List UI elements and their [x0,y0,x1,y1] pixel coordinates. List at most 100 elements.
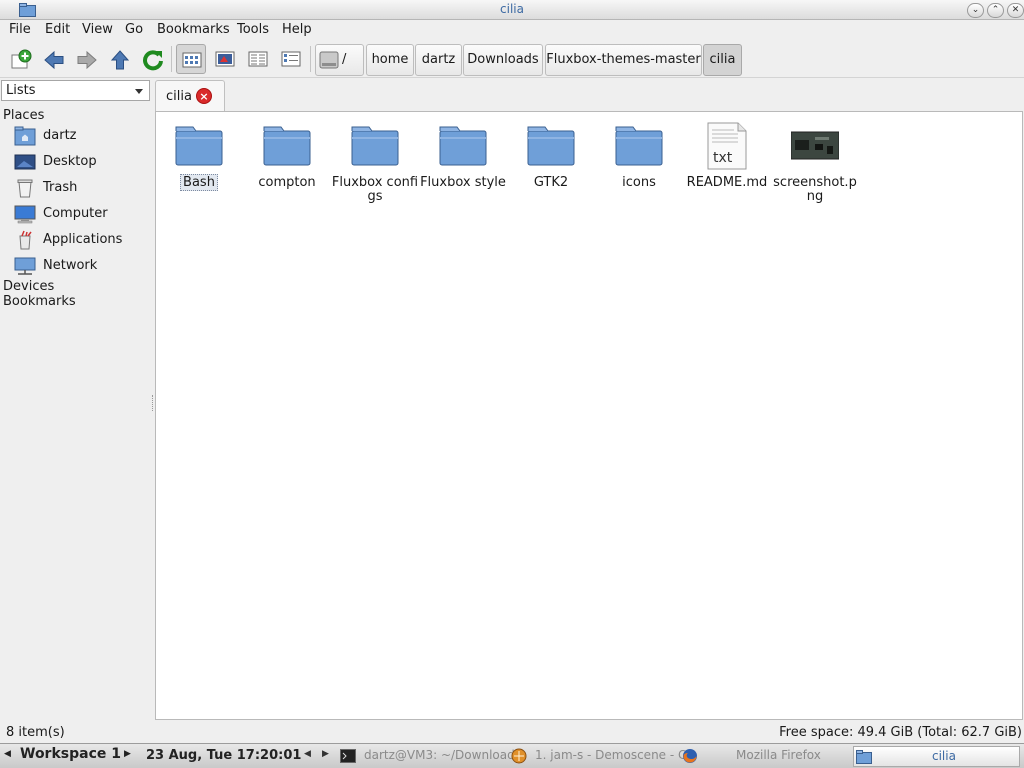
side-item-label: Computer [43,206,108,221]
file-manager-icon [856,750,872,764]
path-root-label: / [342,52,347,67]
thumbnail-view-button[interactable] [210,44,240,74]
compact-view-icon [248,51,268,67]
places-heading[interactable]: Places [3,108,44,123]
forward-icon [77,50,97,70]
file-item-screenshot[interactable]: screenshot.png [771,122,859,204]
menu-edit[interactable]: Edit [45,22,70,37]
thumbnail-view-icon [215,51,235,67]
menu-bookmarks[interactable]: Bookmarks [157,22,230,37]
path-crumb-dartz[interactable]: dartz [415,44,462,76]
close-tab-icon[interactable]: × [196,88,212,104]
image-thumbnail-icon [790,131,840,160]
task-file-manager[interactable]: cilia [853,746,1020,767]
file-name: README.md [686,175,768,190]
up-button[interactable] [104,44,134,74]
side-item-label: Desktop [43,154,97,169]
tab-cilia[interactable]: cilia × [155,80,225,111]
network-icon [14,257,36,275]
file-item-compton[interactable]: compton [243,122,331,190]
next-task-icon[interactable]: ▶ [322,749,329,759]
back-button[interactable] [38,44,68,74]
folder-icon [527,126,575,166]
title-bar: cilia ⌄ ⌃ ✕ [0,0,1024,20]
side-item-label: Trash [43,180,78,195]
file-name: icons [622,175,656,190]
file-item-icons[interactable]: icons [595,122,683,190]
task-firefox[interactable]: Mozilla Firefox [682,746,848,767]
menu-bar: File Edit View Go Bookmarks Tools Help [0,20,1024,40]
prev-task-icon[interactable]: ◀ [304,749,311,759]
menu-go[interactable]: Go [125,22,143,37]
path-crumb-home[interactable]: home [366,44,414,76]
file-name: screenshot.png [773,175,857,204]
file-type-badge: txt [713,150,733,166]
icon-view-icon [182,52,202,68]
file-name: GTK2 [533,175,569,190]
menu-tools[interactable]: Tools [237,22,269,37]
file-view[interactable]: Bash compton Fluxbox configs Fluxbox sty… [155,111,1023,720]
maximize-button[interactable]: ⌃ [987,3,1004,18]
side-item-label: Network [43,258,98,273]
side-item-label: Applications [43,232,123,247]
prev-workspace-icon[interactable]: ◀ [4,749,11,759]
forward-button[interactable] [71,44,101,74]
path-crumb-fluxbox-themes-master[interactable]: Fluxbox-themes-master [545,44,702,76]
file-name: Fluxbox configs [331,175,419,204]
toolbar-separator [310,46,311,72]
media-player-icon [511,748,527,764]
reload-button[interactable] [137,44,167,74]
file-item-readme[interactable]: txt README.md [683,122,771,190]
compact-view-button[interactable] [243,44,273,74]
file-name: Fluxbox style [420,175,506,190]
next-workspace-icon[interactable]: ▶ [124,749,131,759]
trash-icon [17,179,33,198]
task-label: dartz@VM3: ~/Download [364,748,515,762]
devices-heading[interactable]: Devices [3,279,54,294]
desktop-icon [14,154,36,170]
menu-help[interactable]: Help [282,22,312,37]
clock: 23 Aug, Tue 17:20:01 [146,748,302,763]
side-item-computer[interactable]: Computer [14,202,150,226]
drive-icon [319,51,339,69]
task-media-player[interactable]: 1. jam-s - Demoscene - C [511,746,686,767]
workspace-name: Workspace 1 [20,746,121,762]
reload-icon [143,50,163,71]
icon-view-button[interactable] [176,44,206,74]
path-crumb-downloads[interactable]: Downloads [463,44,543,76]
terminal-icon [340,749,356,763]
pane-splitter[interactable] [152,395,154,411]
path-crumb-cilia[interactable]: cilia [703,44,742,76]
folder-icon [175,126,223,166]
side-item-desktop[interactable]: Desktop [14,150,150,174]
file-item-gtk2[interactable]: GTK2 [507,122,595,190]
side-item-dartz[interactable]: dartz [14,124,150,148]
task-terminal[interactable]: dartz@VM3: ~/Download [340,746,515,767]
file-item-fluxbox-style[interactable]: Fluxbox style [419,122,507,190]
minimize-button[interactable]: ⌄ [967,3,984,18]
side-item-network[interactable]: Network [14,254,150,278]
detailed-list-view-icon [281,51,301,67]
close-window-button[interactable]: ✕ [1007,3,1024,18]
menu-file[interactable]: File [9,22,31,37]
file-item-bash[interactable]: Bash [155,122,243,191]
back-icon [44,50,64,70]
tab-label: cilia [166,89,192,104]
side-item-applications[interactable]: Applications [14,228,150,252]
side-pane-mode-select[interactable]: Lists [1,80,150,101]
file-item-fluxbox-configs[interactable]: Fluxbox configs [331,122,419,204]
path-root-button[interactable]: / [315,44,364,76]
file-name: compton [258,175,316,190]
toolbar: / home dartz Downloads Fluxbox-themes-ma… [0,40,1024,78]
new-tab-button[interactable] [5,44,35,74]
menu-view[interactable]: View [82,22,113,37]
side-item-trash[interactable]: Trash [14,176,150,200]
bookmarks-heading[interactable]: Bookmarks [3,294,76,309]
folder-icon [263,126,311,166]
detailed-list-view-button[interactable] [276,44,306,74]
side-pane-mode-value: Lists [6,83,36,98]
workspace-switcher[interactable]: ◀ Workspace 1 ▶ [4,746,131,762]
file-name: Bash [180,174,218,191]
folder-icon [351,126,399,166]
folder-icon [439,126,487,166]
